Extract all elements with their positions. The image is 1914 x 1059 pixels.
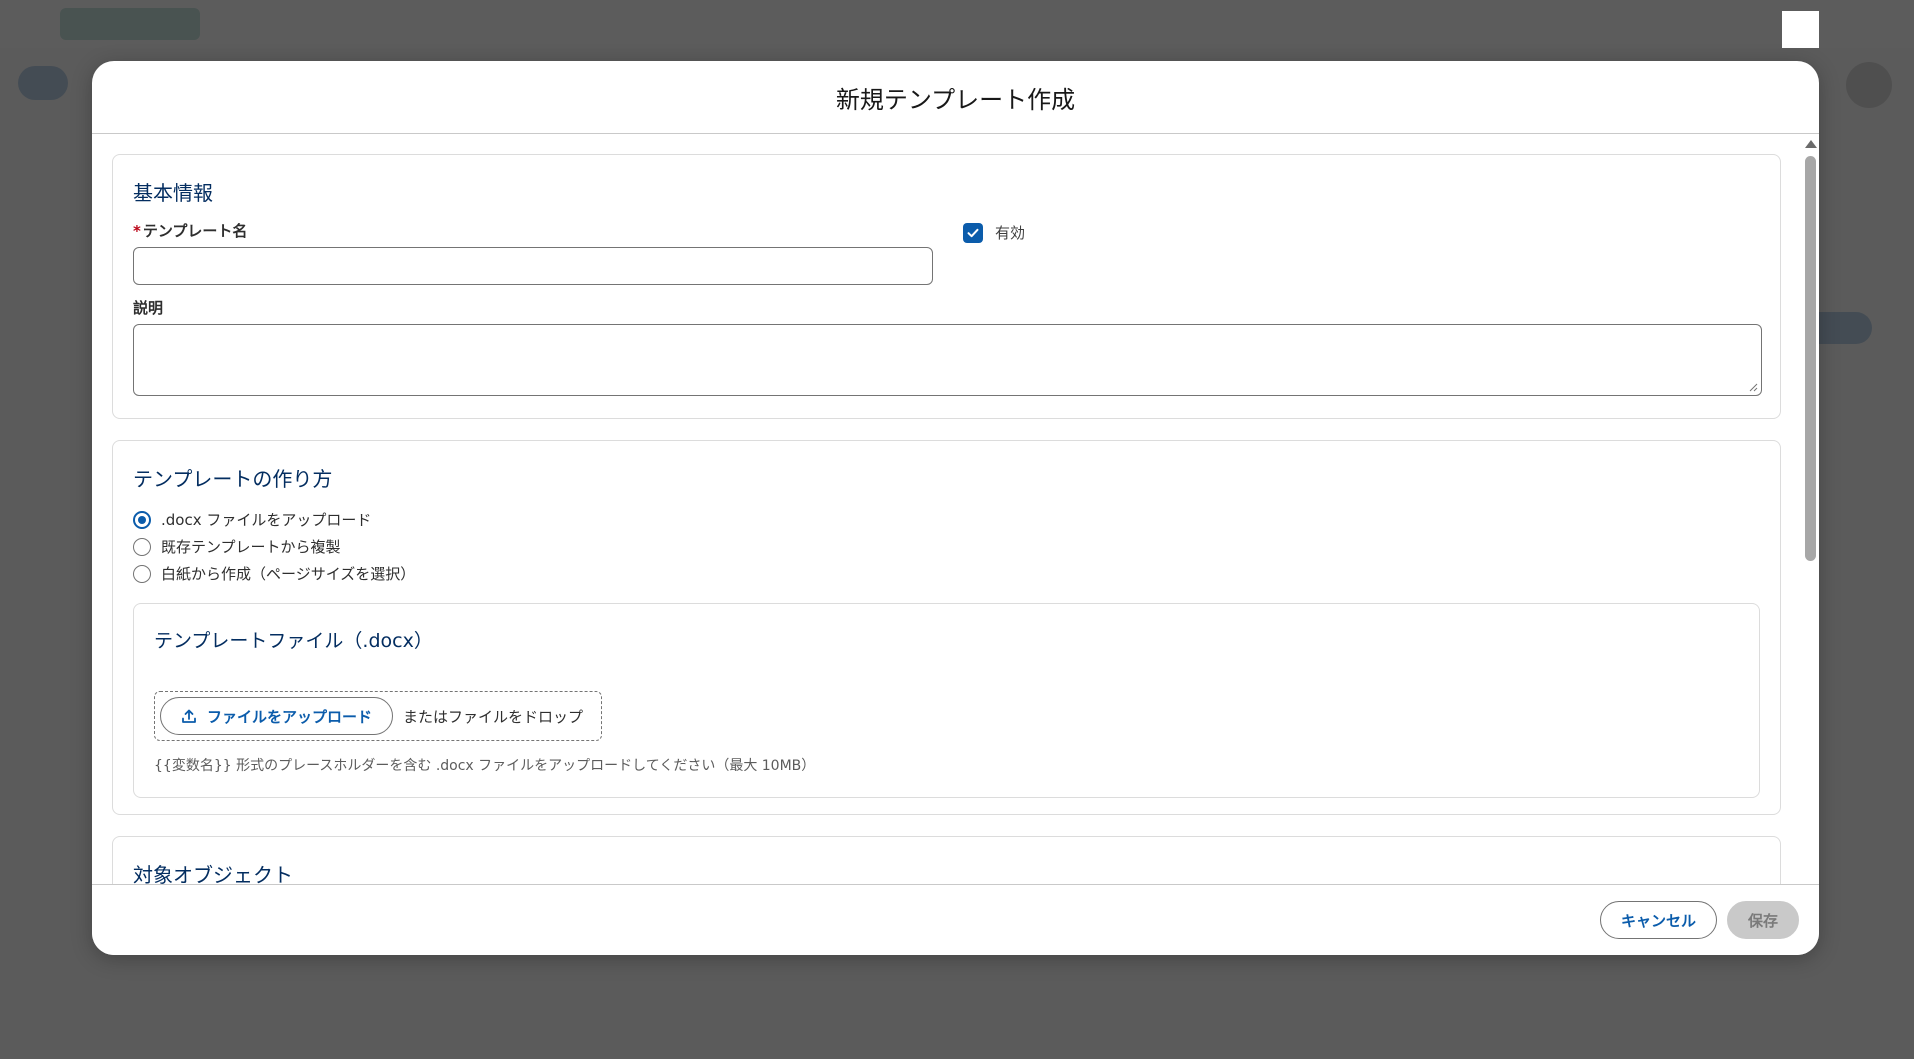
active-label: 有効 xyxy=(995,224,1026,242)
drop-file-text: またはファイルをドロップ xyxy=(403,707,584,726)
description-label: 説明 xyxy=(133,299,164,317)
required-mark: * xyxy=(133,222,141,240)
radio-label: 既存テンプレートから複製 xyxy=(161,538,341,556)
cancel-button[interactable]: キャンセル xyxy=(1599,901,1717,939)
scroll-up-icon[interactable] xyxy=(1805,140,1817,148)
template-name-label-text: テンプレート名 xyxy=(142,222,248,240)
upload-file-button[interactable]: ファイルをアップロード xyxy=(160,697,394,735)
radio-label: .docx ファイルをアップロード xyxy=(161,511,372,529)
modal-header: 新規テンプレート作成 xyxy=(92,61,1819,134)
radio-label: 白紙から作成（ページサイズを選択） xyxy=(161,565,416,583)
template-name-label: * テンプレート名 xyxy=(133,220,933,241)
description-textarea[interactable] xyxy=(133,324,1762,396)
basic-info-section: 基本情報 * テンプレート名 有効 説明 xyxy=(112,154,1781,419)
save-button[interactable]: 保存 xyxy=(1726,901,1799,939)
radio-blank-page[interactable]: 白紙から作成（ページサイズを選択） xyxy=(133,560,1760,587)
creation-method-title: テンプレートの作り方 xyxy=(133,467,333,491)
modal-footer: キャンセル 保存 xyxy=(92,884,1819,955)
upload-help-text: {{変数名}} 形式のプレースホルダーを含む .docx ファイルをアップロード… xyxy=(154,758,816,774)
scrollbar-thumb[interactable] xyxy=(1805,156,1816,561)
modal-body: 基本情報 * テンプレート名 有効 説明 テンプレートの作り方 .docx ファ… xyxy=(92,134,1819,945)
creation-method-section: テンプレートの作り方 .docx ファイルをアップロード 既存テンプレートから複… xyxy=(112,440,1781,815)
new-template-modal: 新規テンプレート作成 基本情報 * テンプレート名 有効 説明 テンプレートの作… xyxy=(92,61,1819,955)
template-name-input[interactable] xyxy=(133,247,933,285)
upload-file-label: ファイルをアップロード xyxy=(207,708,373,726)
radio-upload-docx[interactable]: .docx ファイルをアップロード xyxy=(133,506,1760,533)
upload-icon xyxy=(182,709,196,723)
active-checkbox-field[interactable]: 有効 xyxy=(963,222,1025,243)
template-file-title: テンプレートファイル（.docx） xyxy=(154,630,433,652)
basic-info-title: 基本情報 xyxy=(133,181,213,205)
checkmark-icon xyxy=(967,228,979,237)
corner-white-box xyxy=(1782,11,1819,48)
radio-button[interactable] xyxy=(133,537,151,556)
modal-scroll-content: 基本情報 * テンプレート名 有効 説明 テンプレートの作り方 .docx ファ… xyxy=(112,154,1781,945)
radio-button[interactable] xyxy=(133,510,151,529)
template-file-card: テンプレートファイル（.docx） ファイルをアップロード またはファイルをドロ… xyxy=(133,603,1760,798)
file-dropzone[interactable]: ファイルをアップロード またはファイルをドロップ xyxy=(154,691,603,741)
active-checkbox[interactable] xyxy=(963,222,983,243)
radio-copy-existing[interactable]: 既存テンプレートから複製 xyxy=(133,533,1760,560)
resize-grip-icon[interactable] xyxy=(1748,382,1758,392)
modal-scrollbar[interactable] xyxy=(1801,134,1819,945)
modal-title: 新規テンプレート作成 xyxy=(835,85,1076,114)
radio-button[interactable] xyxy=(133,564,151,583)
